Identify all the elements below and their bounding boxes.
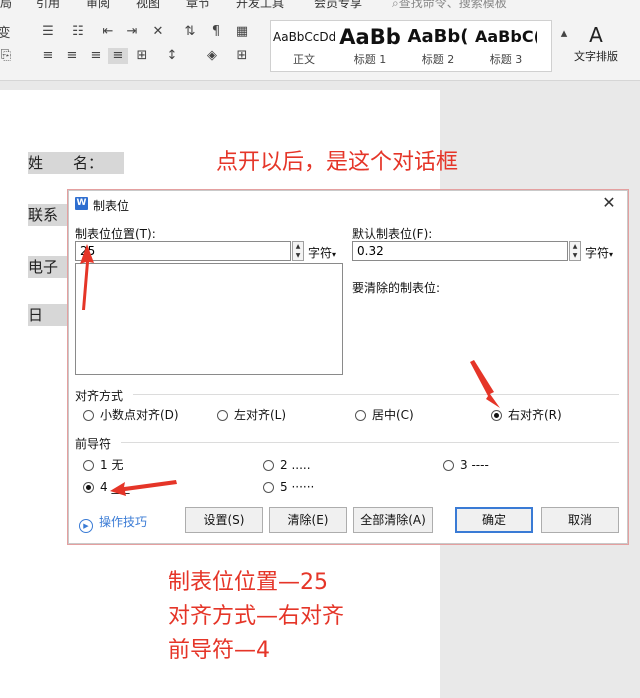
radio-dot <box>263 482 274 493</box>
align-decimal-radio[interactable]: 小数点对齐(D) <box>83 407 179 423</box>
tab-stops-list[interactable] <box>75 263 343 375</box>
chinese-layout-icon[interactable]: ✕ <box>148 24 168 40</box>
operation-tips-link[interactable]: ▶ 操作技巧 <box>79 513 147 533</box>
bullet-list-icon[interactable]: ☰ <box>38 24 58 40</box>
radio-dot-checked <box>491 410 502 421</box>
align-center-radio[interactable]: 居中(C) <box>355 407 414 423</box>
align-left-icon[interactable]: ≡ <box>38 48 58 64</box>
close-icon[interactable]: ✕ <box>601 194 617 212</box>
doc-line-email: 电子 <box>28 258 59 276</box>
dialog-title: 制表位 <box>93 199 130 213</box>
doc-line-date: 日 <box>28 306 44 324</box>
search-icon: ⌕ <box>392 0 399 10</box>
border-icon[interactable]: ⊞ <box>232 48 252 64</box>
annotation-line-2: 对齐方式—右对齐 <box>168 604 345 629</box>
style-heading-3[interactable]: AaBbC( 标题 3 <box>475 23 537 71</box>
annotation-top: 点开以后，是这个对话框 <box>216 150 459 175</box>
clear-all-button[interactable]: 全部清除(A) <box>353 507 433 533</box>
leader-dots-radio[interactable]: 2 ..... <box>263 457 311 473</box>
align-left-radio[interactable]: 左对齐(L) <box>217 407 286 423</box>
sort-icon[interactable]: ⇅ <box>180 24 200 40</box>
play-icon: ▶ <box>79 519 93 533</box>
menu-item-layout[interactable]: 局 <box>0 0 12 11</box>
dialog-titlebar[interactable]: W 制表位 ✕ <box>69 191 627 217</box>
shading-icon[interactable]: ◈ <box>202 48 222 64</box>
radio-dot <box>83 460 94 471</box>
radio-dot <box>217 410 228 421</box>
ribbon-toolbar: 局 引用 审阅 视图 章节 开发工具 会员专享 ⌕查找命令、搜索模板 变 ⎘ ☰… <box>0 0 640 81</box>
radio-dot <box>443 460 454 471</box>
alignment-label: 对齐方式 <box>75 389 124 403</box>
style-heading-2[interactable]: AaBb( 标题 2 <box>407 23 469 71</box>
search-command-box[interactable]: ⌕查找命令、搜索模板 <box>392 0 507 11</box>
menu-item-developer[interactable]: 开发工具 <box>236 0 284 11</box>
menu-item-member[interactable]: 会员专享 <box>314 0 362 11</box>
doc-line-name: 姓 名： <box>28 154 104 172</box>
radio-dot <box>263 460 274 471</box>
align-right-icon[interactable]: ≡ <box>86 48 106 64</box>
menu-item-view[interactable]: 视图 <box>136 0 160 11</box>
spin-down-icon[interactable]: ▼ <box>570 251 580 260</box>
font-dropdown-cut[interactable]: 变 <box>0 26 14 42</box>
tab-position-unit[interactable]: 字符▾ <box>308 244 336 261</box>
default-tab-label: 默认制表位(F): <box>352 227 433 241</box>
decrease-indent-icon[interactable]: ⇤ <box>98 24 118 40</box>
tab-stops-dialog: W 制表位 ✕ 制表位位置(T): ▲▼ 字符▾ 默认制表位(F): ▲▼ 字符… <box>68 190 628 544</box>
tab-position-input[interactable] <box>76 242 290 260</box>
style-gallery: AaBbCcDd 正文 AaBb 标题 1 AaBb( 标题 2 AaBbC( … <box>270 20 552 72</box>
menu-item-chapter[interactable]: 章节 <box>186 0 210 11</box>
menu-item-review[interactable]: 审阅 <box>86 0 110 11</box>
justify-icon[interactable]: ≡ <box>108 48 128 64</box>
wps-writer-icon: W <box>75 197 88 210</box>
align-center-icon[interactable]: ≡ <box>62 48 82 64</box>
spin-up-icon[interactable]: ▲ <box>293 242 303 251</box>
tab-position-spinner[interactable]: ▲ ▼ <box>292 241 304 261</box>
radio-dot <box>355 410 366 421</box>
spin-up-icon[interactable]: ▲ <box>570 242 580 251</box>
leader-label: 前导符 <box>75 437 112 451</box>
style-normal[interactable]: AaBbCcDd 正文 <box>273 23 335 71</box>
default-tab-spinner[interactable]: ▲ ▼ <box>569 241 581 261</box>
default-tab-unit[interactable]: 字符▾ <box>585 244 613 261</box>
show-marks-icon[interactable]: ¶ <box>206 24 226 40</box>
set-button[interactable]: 设置(S) <box>185 507 263 533</box>
default-tab-input[interactable] <box>353 242 567 260</box>
text-layout-button[interactable]: A 文字排版 <box>566 22 626 64</box>
numbered-list-icon[interactable]: ☷ <box>68 24 88 40</box>
unit-dropdown-icon: ▾ <box>609 250 614 259</box>
text-layout-icon: A <box>589 23 603 47</box>
text-layout-label: 文字排版 <box>574 50 618 63</box>
annotation-line-3: 前导符—4 <box>168 638 270 663</box>
style-heading-1[interactable]: AaBb 标题 1 <box>339 23 401 71</box>
align-right-radio[interactable]: 右对齐(R) <box>491 407 562 423</box>
cancel-button[interactable]: 取消 <box>541 507 619 533</box>
line-spacing-icon[interactable]: ↕ <box>162 48 182 64</box>
increase-indent-icon[interactable]: ⇥ <box>122 24 142 40</box>
distributed-icon[interactable]: ⊞ <box>132 48 152 64</box>
clear-button[interactable]: 清除(E) <box>269 507 347 533</box>
annotation-line-1: 制表位位置—25 <box>168 570 328 595</box>
leader-none-radio[interactable]: 1 无 <box>83 457 123 473</box>
radio-dot <box>83 410 94 421</box>
table-icon[interactable]: ▦ <box>232 24 252 40</box>
spin-down-icon[interactable]: ▼ <box>293 251 303 260</box>
alignment-separator <box>133 394 619 395</box>
to-clear-label: 要清除的制表位: <box>352 281 441 295</box>
ok-button[interactable]: 确定 <box>455 507 533 533</box>
leader-separator <box>121 442 619 443</box>
leader-middle-dots-radio[interactable]: 5 ······ <box>263 479 314 495</box>
default-tab-field[interactable] <box>352 241 568 261</box>
tab-position-field[interactable] <box>75 241 291 261</box>
font-color-icon[interactable]: ⎘ <box>0 48 16 64</box>
leader-underline-radio[interactable]: 4 ___ <box>83 479 129 495</box>
radio-dot-checked <box>83 482 94 493</box>
unit-dropdown-icon: ▾ <box>332 250 337 259</box>
menu-item-references[interactable]: 引用 <box>36 0 60 11</box>
doc-line-contact: 联系 <box>28 206 59 224</box>
tab-position-label: 制表位位置(T): <box>75 227 156 241</box>
leader-dashes-radio[interactable]: 3 ---- <box>443 457 489 473</box>
